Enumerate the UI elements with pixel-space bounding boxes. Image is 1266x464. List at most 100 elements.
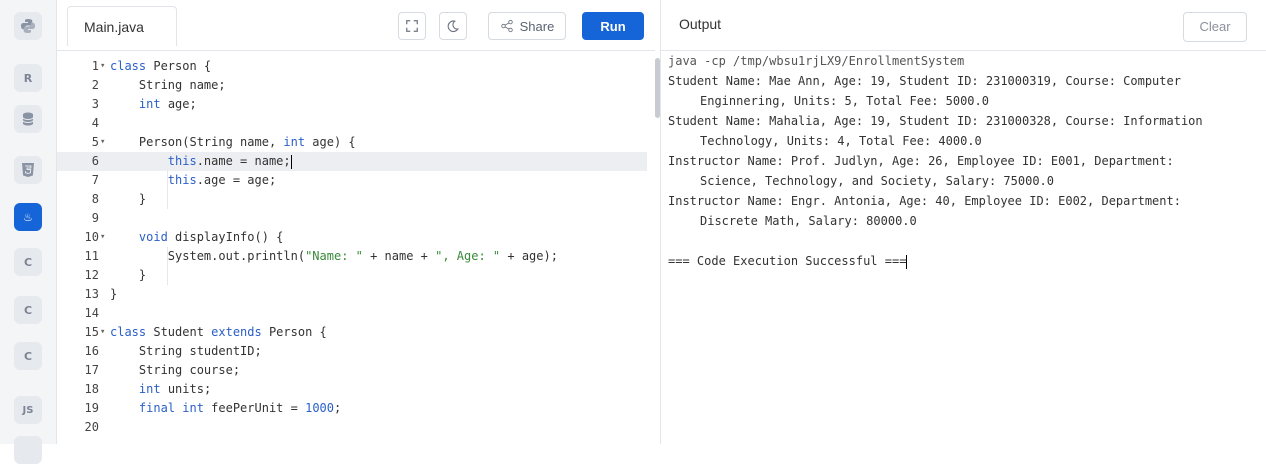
output-line: Science, Technology, and Society, Salary… (700, 174, 1055, 188)
code-line[interactable]: 9 (57, 209, 647, 228)
output-console: java -cp /tmp/wbsu1rjLX9/EnrollmentSyste… (668, 51, 1263, 271)
line-number: 17 (84, 363, 99, 377)
code-line[interactable]: 17 String course; (57, 361, 647, 380)
code-text: } (110, 287, 118, 301)
line-number: 15 (84, 325, 99, 339)
fold-arrow-icon[interactable]: ▾ (100, 133, 105, 152)
code-text: void displayInfo() { (138, 230, 284, 244)
code-line[interactable]: 5 ▾ Person(String name, int age) { (57, 133, 647, 152)
output-cursor (906, 254, 908, 269)
output-line: java -cp /tmp/wbsu1rjLX9/EnrollmentSyste… (668, 54, 965, 68)
code-text: final int feePerUnit = 1000; (138, 401, 342, 415)
line-number: 13 (84, 287, 99, 301)
indent-guide (167, 247, 168, 285)
clear-button[interactable]: Clear (1183, 12, 1247, 42)
language-sidebar: R ♨ C C C JS (0, 0, 57, 464)
code-line[interactable]: 20 (57, 418, 647, 437)
code-text: String studentID; (110, 344, 262, 358)
code-line[interactable]: 14 (57, 304, 647, 323)
share-label: Share (519, 18, 555, 34)
fullscreen-icon (406, 20, 418, 32)
c-language-icon[interactable]: C (14, 248, 42, 276)
code-text: Person(String name, int age) { (110, 135, 356, 149)
indent-guide (167, 171, 168, 209)
line-number: 3 (91, 97, 99, 111)
javascript-icon[interactable]: JS (14, 396, 42, 424)
line-number: 18 (84, 382, 99, 396)
line-number: 9 (91, 211, 99, 225)
code-text: String course; (110, 363, 241, 377)
code-line[interactable]: 11 System.out.println("Name: " + name + … (57, 247, 647, 266)
line-number: 11 (84, 249, 99, 263)
r-language-icon[interactable]: R (14, 64, 42, 92)
code-line[interactable]: 3 int age; (57, 95, 647, 114)
code-text: this.age = age; (167, 173, 277, 187)
python-icon[interactable] (14, 12, 42, 40)
line-number: 19 (84, 401, 99, 415)
code-text: System.out.println("Name: " + name + ", … (110, 249, 558, 263)
code-line[interactable]: 12 } (57, 266, 647, 285)
java-icon[interactable]: ♨ (14, 203, 42, 231)
cpp-language-icon[interactable]: C (14, 296, 42, 324)
code-line[interactable]: 6 this.name = name; (57, 152, 647, 171)
code-line[interactable]: 19 final int feePerUnit = 1000; (57, 399, 647, 418)
moon-icon (447, 20, 459, 33)
code-text: } (110, 192, 147, 206)
run-button[interactable]: Run (582, 12, 644, 40)
code-line[interactable]: 2 String name; (57, 76, 647, 95)
code-text: int age; (138, 97, 197, 111)
code-line[interactable]: 7 this.age = age; (57, 171, 647, 190)
output-line: Instructor Name: Engr. Antonia, Age: 40,… (668, 194, 1181, 208)
line-number: 5 (91, 135, 99, 149)
share-button[interactable]: Share (488, 12, 566, 40)
code-text: class Student extends Person { (110, 325, 327, 339)
theme-toggle-button[interactable] (439, 12, 467, 40)
line-number: 4 (91, 116, 99, 130)
line-number: 1 (91, 59, 99, 73)
line-number: 6 (91, 154, 99, 168)
fold-arrow-icon[interactable]: ▾ (100, 228, 105, 247)
more-language-icon[interactable] (14, 436, 42, 464)
output-title: Output (679, 16, 722, 32)
share-icon (500, 19, 513, 33)
code-text: class Person { (110, 59, 212, 73)
database-icon[interactable] (14, 105, 42, 133)
code-area[interactable]: 1 ▾ class Person {2 String name; 3 int age;… (57, 51, 655, 444)
csharp-language-icon[interactable]: C (14, 342, 42, 370)
line-number: 14 (84, 306, 99, 320)
file-tab-main-java[interactable]: Main.java (67, 6, 177, 46)
code-line[interactable]: 18 int units; (57, 380, 647, 399)
fullscreen-button[interactable] (398, 12, 426, 40)
code-line[interactable]: 8 } (57, 190, 647, 209)
code-line[interactable]: 16 String studentID; (57, 342, 647, 361)
fold-arrow-icon[interactable]: ▾ (100, 57, 105, 76)
code-text: int units; (138, 382, 212, 396)
fold-arrow-icon[interactable]: ▾ (100, 323, 105, 342)
code-line[interactable]: 4 (57, 114, 647, 133)
line-number: 12 (84, 268, 99, 282)
output-line: Student Name: Mae Ann, Age: 19, Student … (668, 74, 1181, 88)
line-number: 10 (84, 230, 99, 244)
output-line: Enginnering, Units: 5, Total Fee: 5000.0 (700, 94, 989, 108)
output-line: === Code Execution Successful === (668, 254, 908, 269)
code-line[interactable]: 13} (57, 285, 647, 304)
output-line: Discrete Math, Salary: 80000.0 (700, 214, 917, 228)
code-text: } (110, 268, 147, 282)
line-number: 20 (84, 420, 99, 434)
code-text: String name; (110, 78, 226, 92)
line-number: 8 (91, 192, 99, 206)
output-line: Student Name: Mahalia, Age: 19, Student … (668, 114, 1203, 128)
editor-header: Main.java Share Run (57, 0, 655, 51)
code-text: this.name = name; (167, 154, 292, 169)
code-line[interactable]: 10 ▾ void displayInfo() { (57, 228, 647, 247)
code-line[interactable]: 1 ▾ class Person { (57, 57, 647, 76)
output-line: Technology, Units: 4, Total Fee: 4000.0 (700, 134, 982, 148)
html5-icon[interactable] (14, 156, 42, 184)
line-number: 16 (84, 344, 99, 358)
output-panel: Output Clear java -cp /tmp/wbsu1rjLX9/En… (660, 0, 1266, 444)
code-line[interactable]: 15 ▾ class Student extends Person { (57, 323, 647, 342)
output-header: Output Clear (661, 0, 1266, 51)
line-number: 2 (91, 78, 99, 92)
line-number: 7 (91, 173, 99, 187)
